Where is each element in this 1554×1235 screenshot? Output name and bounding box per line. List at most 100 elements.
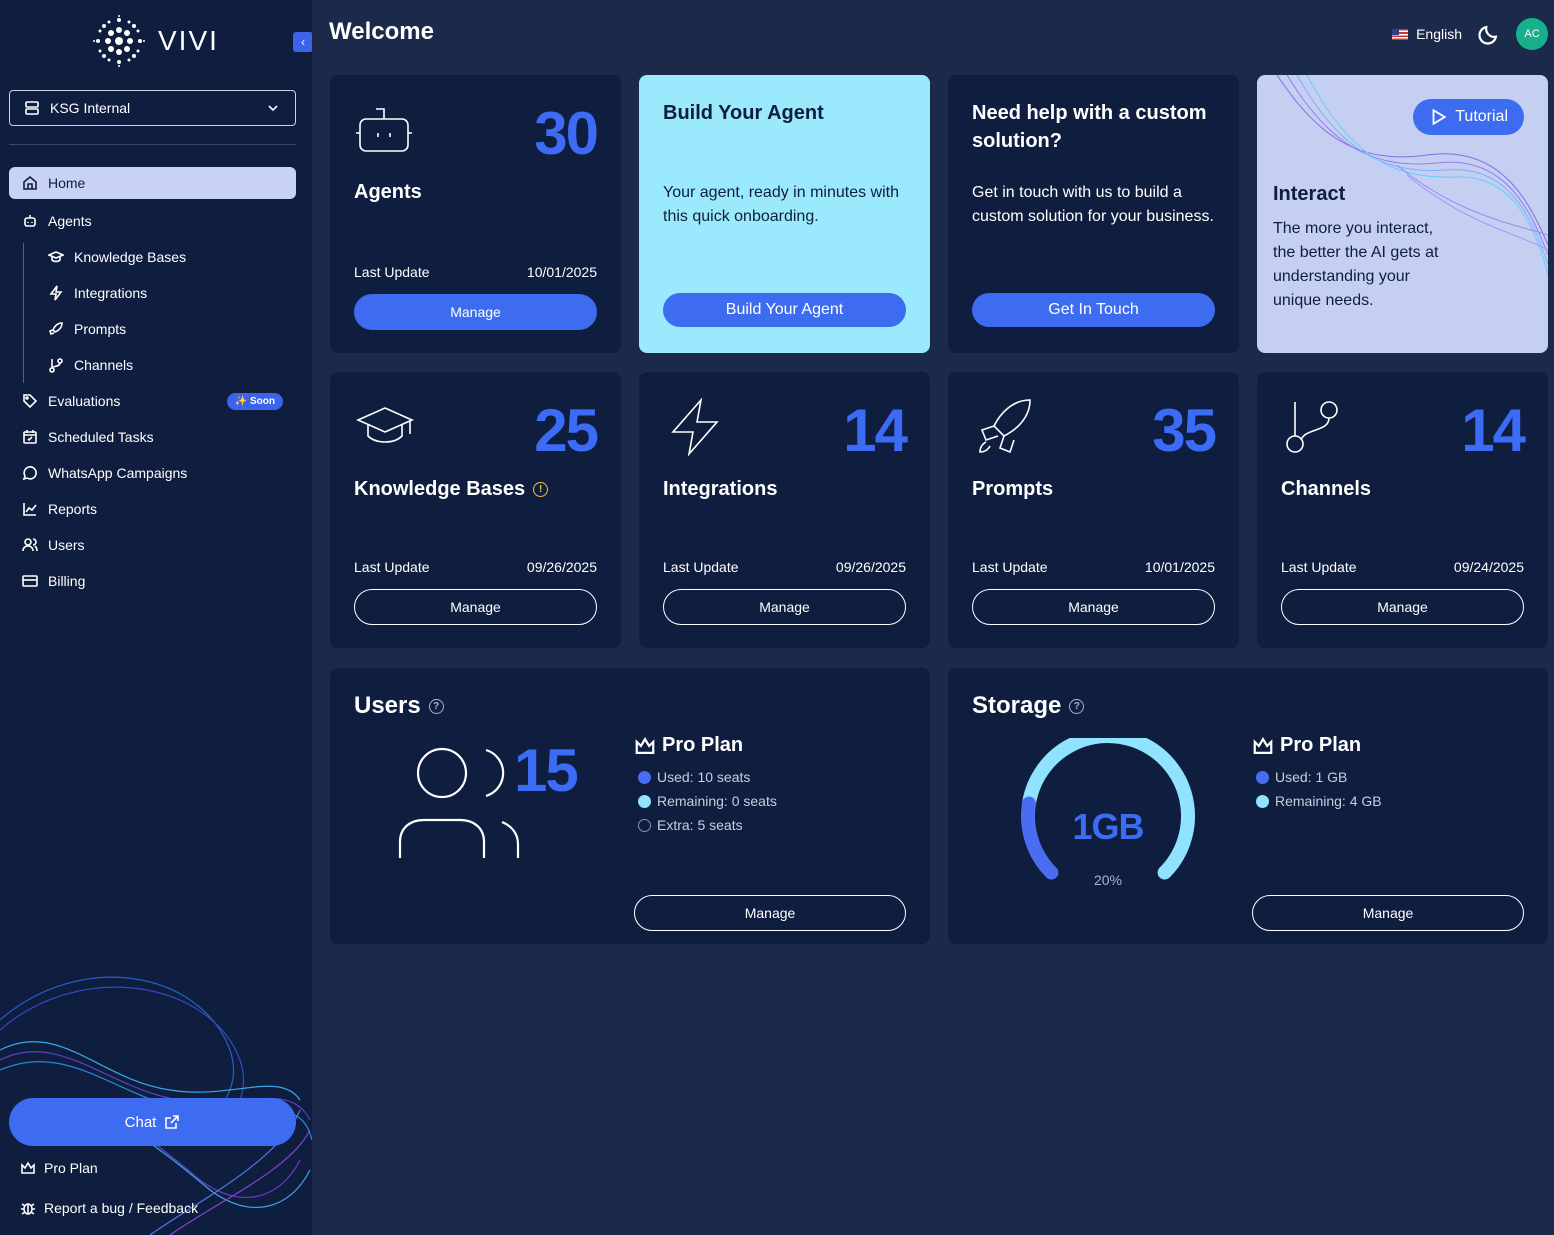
tutorial-button[interactable]: Tutorial xyxy=(1413,99,1524,135)
custom-solution-title: Need help with a custom solution? xyxy=(972,102,1207,152)
play-icon xyxy=(1429,108,1447,126)
server-icon xyxy=(24,100,40,116)
chat-button[interactable]: Chat xyxy=(9,1098,296,1146)
get-in-touch-button[interactable]: Get In Touch xyxy=(972,293,1215,327)
tag-icon xyxy=(22,393,38,409)
integrations-manage-button[interactable]: Manage xyxy=(663,589,906,625)
sidebar-item-prompts[interactable]: Prompts xyxy=(9,311,296,347)
build-agent-button[interactable]: Build Your Agent xyxy=(663,293,906,327)
sidebar-item-evaluations[interactable]: Evaluations ✨ Soon xyxy=(9,383,296,419)
sidebar-item-home[interactable]: Home xyxy=(9,167,296,199)
logo[interactable]: VIVI xyxy=(90,12,219,70)
last-update-label: Last Update xyxy=(663,559,739,575)
knowledge-bases-last-update: Last Update 09/26/2025 xyxy=(354,559,597,575)
agents-manage-button[interactable]: Manage xyxy=(354,294,597,330)
sidebar-item-label: Home xyxy=(48,175,86,191)
avatar[interactable]: AC xyxy=(1516,18,1548,50)
users-title-text: Users xyxy=(354,692,421,719)
channels-manage-button[interactable]: Manage xyxy=(1281,589,1524,625)
integrations-title: Integrations xyxy=(663,478,778,500)
sidebar-item-integrations[interactable]: Integrations xyxy=(9,275,296,311)
users-count: 15 xyxy=(514,737,579,804)
crown-icon xyxy=(634,735,656,757)
build-agent-text: Your agent, ready in minutes with this q… xyxy=(663,184,899,225)
sidebar-item-scheduled-tasks[interactable]: Scheduled Tasks xyxy=(9,419,296,455)
storage-title-text: Storage xyxy=(972,692,1062,719)
help-icon[interactable]: ? xyxy=(1069,699,1085,715)
agents-subnav: Knowledge Bases Integrations Prompts Cha… xyxy=(9,239,296,383)
channels-last-update: Last Update 09/24/2025 xyxy=(1281,559,1524,575)
sidebar-item-billing[interactable]: Billing xyxy=(9,563,296,599)
storage-title: Storage? xyxy=(972,692,1085,720)
header-actions: English AC xyxy=(1392,18,1548,50)
storage-plan-label: Pro Plan xyxy=(1280,734,1362,756)
last-update-label: Last Update xyxy=(354,264,430,280)
sidebar-item-label: Agents xyxy=(48,213,92,229)
users-title: Users? xyxy=(354,692,444,720)
sidebar: VIVI ‹ KSG Internal Home Agents Knowledg… xyxy=(0,0,312,1235)
used-dot xyxy=(638,770,651,784)
prompts-card: 35 Prompts Last Update 10/01/2025 Manage xyxy=(948,372,1239,648)
legend-used: Used: 10 seats xyxy=(638,765,777,789)
sidebar-item-channels[interactable]: Channels xyxy=(9,347,296,383)
sidebar-item-label: Prompts xyxy=(74,321,127,337)
interact-text: The more you interact, the better the AI… xyxy=(1273,220,1439,309)
whatsapp-icon xyxy=(22,465,38,481)
agents-title: Agents xyxy=(354,181,422,203)
channels-card: 14 Channels Last Update 09/24/2025 Manag… xyxy=(1257,372,1548,648)
last-update-value: 09/24/2025 xyxy=(1453,559,1524,575)
sidebar-divider xyxy=(9,144,296,145)
lightning-icon xyxy=(48,285,64,301)
soon-badge: ✨ Soon xyxy=(226,392,283,410)
legend-extra-text: Extra: 5 seats xyxy=(657,817,743,833)
sidebar-nav: Home Agents Knowledge Bases Integrations… xyxy=(9,167,296,599)
collapse-sidebar-button[interactable]: ‹ xyxy=(293,32,312,52)
sidebar-item-knowledge-bases[interactable]: Knowledge Bases xyxy=(9,239,296,275)
knowledge-bases-card: 25 Knowledge Bases! Last Update 09/26/20… xyxy=(330,372,621,648)
sidebar-item-label: Evaluations xyxy=(48,393,121,409)
knowledge-bases-manage-button[interactable]: Manage xyxy=(354,589,597,625)
users-plan-label: Pro Plan xyxy=(662,734,744,756)
custom-solution-text: Get in touch with us to build a custom s… xyxy=(972,184,1214,225)
sidebar-item-label: Channels xyxy=(74,357,134,373)
report-bug-link[interactable]: Report a bug / Feedback xyxy=(20,1200,198,1216)
users-manage-button[interactable]: Manage xyxy=(634,895,906,931)
storage-percent: 20% xyxy=(1093,872,1123,888)
agents-count: 30 xyxy=(534,100,599,167)
sidebar-item-reports[interactable]: Reports xyxy=(9,491,296,527)
channels-count: 14 xyxy=(1461,397,1526,464)
legend-used-text: Used: 1 GB xyxy=(1275,769,1348,785)
moon-icon[interactable] xyxy=(1478,23,1500,45)
org-select[interactable]: KSG Internal xyxy=(9,90,296,126)
crown-icon xyxy=(20,1160,36,1176)
sidebar-item-label: Reports xyxy=(48,501,98,517)
last-update-value: 09/26/2025 xyxy=(835,559,906,575)
plan-label: Pro Plan xyxy=(44,1160,98,1176)
users-plan: Pro Plan xyxy=(634,734,743,757)
used-dot xyxy=(1256,770,1269,784)
calendar-icon xyxy=(22,429,38,445)
sidebar-item-label: Integrations xyxy=(74,285,148,301)
storage-plan: Pro Plan xyxy=(1252,734,1361,757)
page-title: Welcome xyxy=(329,18,434,45)
crown-icon xyxy=(1252,735,1274,757)
sidebar-item-users[interactable]: Users xyxy=(9,527,296,563)
integrations-card: 14 Integrations Last Update 09/26/2025 M… xyxy=(639,372,930,648)
info-icon[interactable]: ! xyxy=(533,482,549,498)
sidebar-item-whatsapp-campaigns[interactable]: WhatsApp Campaigns xyxy=(9,455,296,491)
knowledge-bases-title: Knowledge Bases! xyxy=(354,478,549,501)
prompts-manage-button[interactable]: Manage xyxy=(972,589,1215,625)
legend-remaining: Remaining: 4 GB xyxy=(1256,789,1382,813)
agents-last-update: Last Update 10/01/2025 xyxy=(354,264,597,280)
language-select[interactable]: English xyxy=(1392,26,1462,42)
users-illustration-icon xyxy=(396,746,526,866)
plan-link[interactable]: Pro Plan xyxy=(20,1160,98,1176)
help-icon[interactable]: ? xyxy=(428,699,444,715)
build-agent-title: Build Your Agent xyxy=(663,102,824,124)
report-bug-label: Report a bug / Feedback xyxy=(44,1200,199,1216)
storage-manage-button[interactable]: Manage xyxy=(1252,895,1524,931)
sidebar-item-agents[interactable]: Agents xyxy=(9,203,296,239)
graduation-cap-icon xyxy=(48,249,64,265)
rocket-icon xyxy=(48,321,64,337)
agents-card: 30 Agents Last Update 10/01/2025 Manage xyxy=(330,75,621,353)
